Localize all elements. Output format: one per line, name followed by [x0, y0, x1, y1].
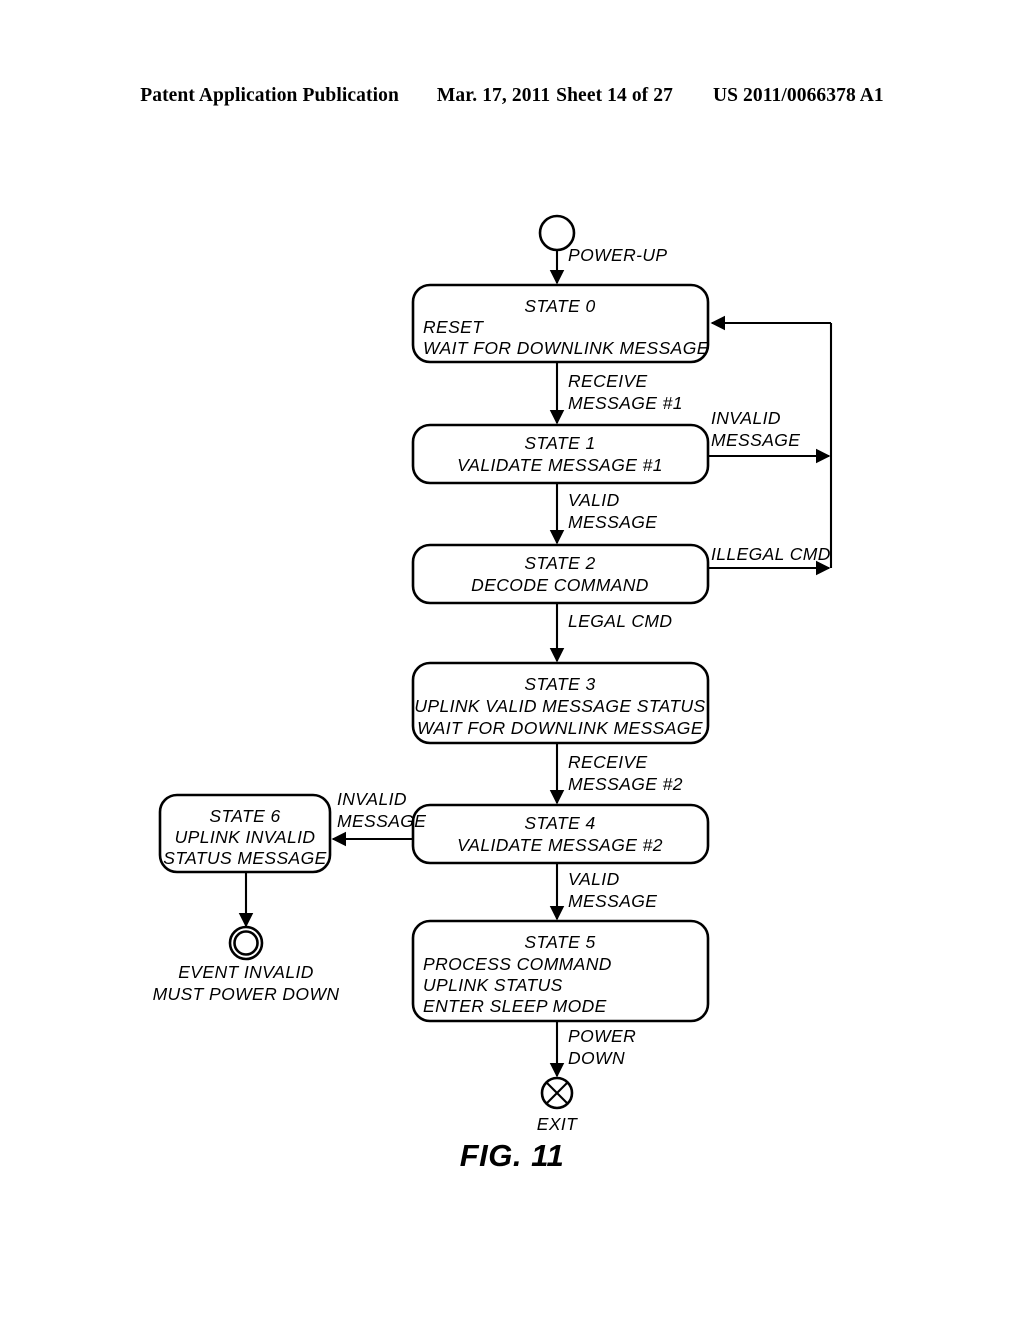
return-path-to-state0: INVALID MESSAGE ILLEGAL CMD	[708, 315, 833, 576]
edge-label-invalid-1b: MESSAGE	[711, 430, 800, 450]
state6-title: STATE 6	[209, 806, 280, 826]
state-node-state2: STATE 2 DECODE COMMAND	[411, 543, 710, 605]
state1-title: STATE 1	[524, 433, 595, 453]
state5-line-2: UPLINK STATUS	[423, 975, 563, 995]
state6-line-1: UPLINK INVALID	[175, 827, 316, 847]
state4-line-1: VALIDATE MESSAGE #2	[457, 835, 663, 855]
edge-label-valid-2a: VALID	[568, 869, 620, 889]
final-state-node: EVENT INVALID MUST POWER DOWN	[153, 925, 340, 1004]
state0-line-2: WAIT FOR DOWNLINK MESSAGE	[423, 338, 709, 358]
edge-legal-cmd: LEGAL CMD	[549, 603, 672, 663]
exit-node: EXIT	[537, 1076, 578, 1134]
state0-title: STATE 0	[524, 296, 595, 316]
edge-label-valid-1a: VALID	[568, 490, 620, 510]
edge-label-receive-1a: RECEIVE	[568, 371, 648, 391]
final-state-inner-circle	[233, 930, 259, 956]
state-node-state0: STATE 0 RESET WAIT FOR DOWNLINK MESSAGE	[411, 283, 710, 364]
state-node-state4: STATE 4 VALIDATE MESSAGE #2	[411, 803, 710, 865]
state4-title: STATE 4	[524, 813, 595, 833]
state2-title: STATE 2	[524, 553, 595, 573]
edge-label-receive-2b: MESSAGE #2	[568, 774, 683, 794]
edge-label-valid-1b: MESSAGE	[568, 512, 657, 532]
state-machine-figure: POWER-UP STATE 0 RESET WAIT FOR DOWNLINK…	[153, 214, 833, 1134]
exit-label: EXIT	[537, 1114, 578, 1134]
state-node-state5: STATE 5 PROCESS COMMAND UPLINK STATUS EN…	[411, 919, 710, 1023]
edge-receive-message-2: RECEIVE MESSAGE #2	[549, 743, 683, 805]
figure-caption: FIG. 11	[459, 1138, 565, 1173]
state3-line-1: UPLINK VALID MESSAGE STATUS	[414, 696, 705, 716]
edge-label-receive-2a: RECEIVE	[568, 752, 648, 772]
state2-line-1: DECODE COMMAND	[471, 575, 649, 595]
edge-label-power-down-b: DOWN	[568, 1048, 625, 1068]
final-state-label-2: MUST POWER DOWN	[153, 984, 340, 1004]
edge-label-invalid-2b: MESSAGE	[337, 811, 426, 831]
state-node-state6: STATE 6 UPLINK INVALID STATUS MESSAGE	[158, 793, 332, 874]
edge-label-power-down-a: POWER	[568, 1026, 636, 1046]
state3-line-2: WAIT FOR DOWNLINK MESSAGE	[417, 718, 703, 738]
state-node-state3: STATE 3 UPLINK VALID MESSAGE STATUS WAIT…	[411, 661, 710, 745]
state6-line-2: STATUS MESSAGE	[163, 848, 326, 868]
state1-line-1: VALIDATE MESSAGE #1	[457, 455, 663, 475]
state5-title: STATE 5	[524, 932, 595, 952]
state5-line-1: PROCESS COMMAND	[423, 954, 612, 974]
state0-line-1: RESET	[423, 317, 484, 337]
edge-receive-message-1: RECEIVE MESSAGE #1	[549, 362, 683, 425]
state-node-state1: STATE 1 VALIDATE MESSAGE #1	[411, 423, 710, 485]
state3-title: STATE 3	[524, 674, 595, 694]
edge-valid-message-1: VALID MESSAGE	[549, 483, 657, 545]
edge-label-invalid-2a: INVALID	[337, 789, 407, 809]
start-node: POWER-UP	[538, 214, 667, 285]
edge-label-invalid-1a: INVALID	[711, 408, 781, 428]
edge-power-down: POWER DOWN	[549, 1021, 636, 1078]
patent-page: Patent Application Publication Mar. 17, …	[0, 0, 1024, 1320]
edge-valid-message-2: VALID MESSAGE	[549, 863, 657, 921]
edge-label-power-up: POWER-UP	[568, 245, 667, 265]
edge-label-legal-cmd: LEGAL CMD	[568, 611, 672, 631]
final-state-label-1: EVENT INVALID	[178, 962, 314, 982]
edge-label-receive-1b: MESSAGE #1	[568, 393, 683, 413]
edge-label-illegal-cmd: ILLEGAL CMD	[711, 544, 831, 564]
state5-line-3: ENTER SLEEP MODE	[423, 996, 607, 1016]
edge-label-valid-2b: MESSAGE	[568, 891, 657, 911]
